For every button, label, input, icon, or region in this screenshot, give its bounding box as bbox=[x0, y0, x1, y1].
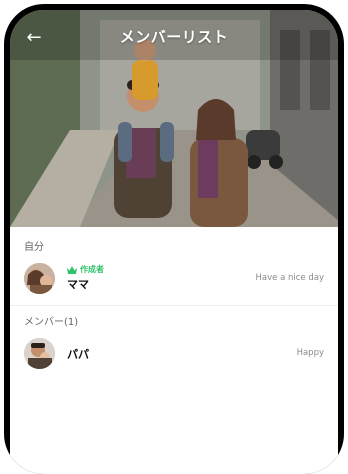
member-status: Happy bbox=[296, 348, 324, 358]
screen: ← メンバーリスト 自分 作成者 ママ Have a nice day メンバー… bbox=[10, 10, 338, 474]
page-title: メンバーリスト bbox=[119, 27, 229, 46]
member-list: 自分 作成者 ママ Have a nice day メンバー(1) パパ Hap… bbox=[10, 227, 338, 374]
member-name: パパ bbox=[67, 347, 89, 361]
member-row-self[interactable]: 作成者 ママ Have a nice day bbox=[10, 257, 338, 299]
member-status: Have a nice day bbox=[255, 273, 324, 283]
creator-badge-label: 作成者 bbox=[80, 265, 104, 274]
member-row-papa[interactable]: パパ Happy bbox=[10, 332, 338, 374]
section-label-self: 自分 bbox=[24, 242, 44, 253]
avatar bbox=[24, 262, 55, 294]
family-photo: ← メンバーリスト bbox=[10, 10, 338, 227]
member-name: ママ bbox=[67, 278, 89, 291]
section-divider bbox=[10, 305, 338, 306]
arrow-left-icon[interactable]: ← bbox=[22, 28, 46, 48]
section-label-members: メンバー(1) bbox=[24, 317, 79, 328]
avatar bbox=[24, 337, 55, 369]
top-bar: ← メンバーリスト bbox=[10, 10, 338, 62]
creator-badge: 作成者 bbox=[67, 264, 104, 275]
crown-icon bbox=[67, 265, 77, 274]
device-frame: ← メンバーリスト 自分 作成者 ママ Have a nice day メンバー… bbox=[4, 4, 344, 474]
